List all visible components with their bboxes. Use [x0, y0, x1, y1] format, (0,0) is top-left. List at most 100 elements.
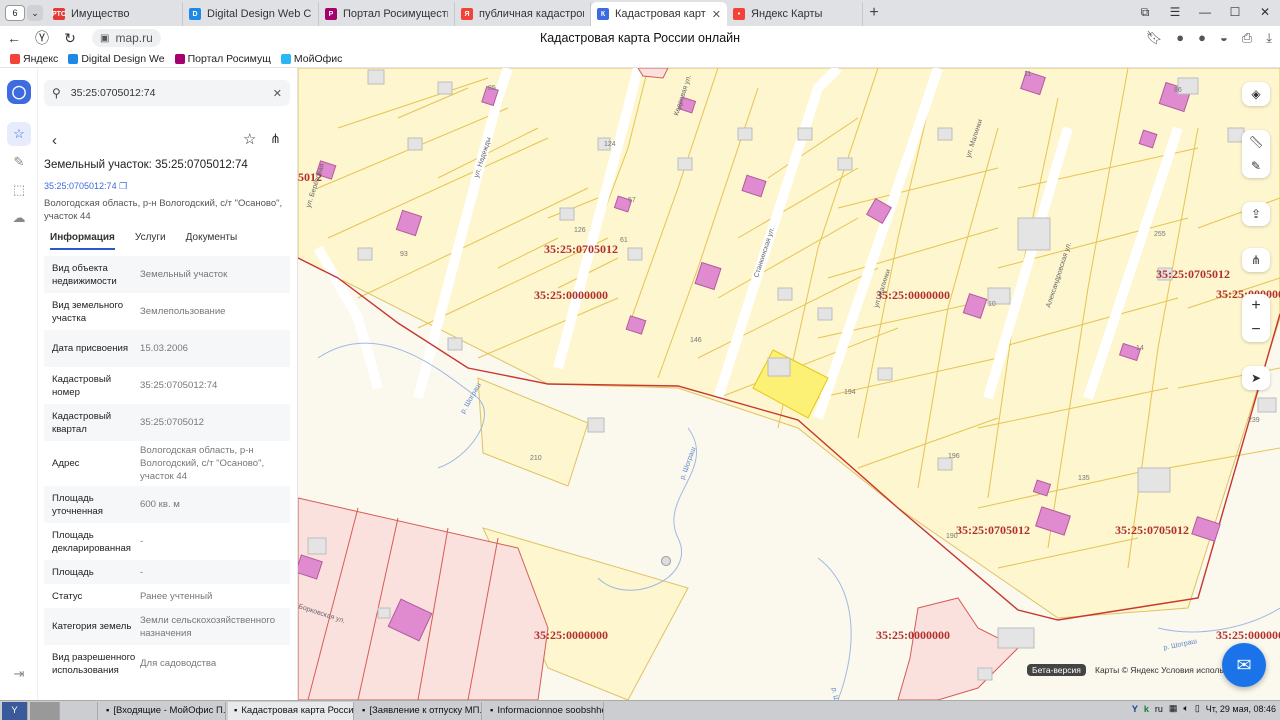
edit-icon[interactable]: ✎	[1251, 154, 1261, 178]
minimize-icon[interactable]: —	[1190, 0, 1220, 24]
battery-icon[interactable]: ▯	[1195, 703, 1200, 714]
browser-tab[interactable]: РТС Имущество	[47, 2, 183, 26]
bookmark-item[interactable]: МойОфис	[280, 53, 342, 65]
bookmark-item[interactable]: Портал Росимущ	[174, 53, 271, 65]
browser-tab[interactable]: К Кадастровая карта Ро ✕	[591, 2, 727, 26]
window-controls: ⧉ ☰ — ☐ ✕	[1130, 0, 1280, 24]
quick-launch[interactable]	[62, 701, 98, 720]
geolocation-icon[interactable]: ➤	[1251, 366, 1261, 390]
start-menu-button[interactable]: Y	[2, 701, 28, 720]
tab-services[interactable]: Услуги	[135, 232, 166, 250]
quarter-label-3: 35:25:0000000	[876, 288, 950, 302]
ruler-tool-icon[interactable]: ✎	[7, 150, 31, 174]
volume-icon[interactable]: 🔈︎	[1183, 703, 1188, 714]
map-marker[interactable]	[661, 556, 671, 566]
tab-label: Имущество	[71, 8, 130, 20]
new-tab-button[interactable]: +	[863, 2, 885, 24]
favorites-icon[interactable]: ☆	[7, 122, 31, 146]
tab-documents[interactable]: Документы	[186, 232, 238, 250]
network-icon[interactable]: ▦	[1169, 703, 1178, 714]
tab-search-icon[interactable]: ⧉	[1130, 0, 1160, 24]
select-area-icon[interactable]: ⬚	[7, 178, 31, 202]
url-field[interactable]: ▣ map.ru	[92, 29, 161, 47]
cloud-icon[interactable]: ☁	[7, 206, 31, 230]
browser-tab[interactable]: D Digital Design Web Client	[183, 2, 319, 26]
back-icon[interactable]: ←	[0, 30, 28, 46]
yandex-tray-icon[interactable]: Y	[1132, 704, 1138, 714]
plot-number-12: 239	[1248, 417, 1260, 424]
tab-count-badge[interactable]: 6	[5, 5, 25, 21]
yandex-home-icon[interactable]: Ⓨ	[28, 28, 56, 48]
layers-control: ◈	[1242, 82, 1270, 106]
cadastral-map[interactable]: 35:25:0705012 35:25:0000000 35:25:000000…	[298, 68, 1280, 700]
quarter-label-2: 35:25:0000000	[534, 288, 608, 302]
copy-icon[interactable]: ❐	[119, 181, 127, 191]
plot-number-2: 126	[574, 227, 586, 234]
property-key: Адрес	[52, 458, 80, 469]
close-window-icon[interactable]: ✕	[1250, 0, 1280, 24]
clear-search-icon[interactable]: ✕	[273, 87, 282, 100]
upload-icon[interactable]: ⇪	[1251, 202, 1261, 226]
tab-info[interactable]: Информация	[50, 232, 115, 250]
address-bar-actions: 🔖︎ ● ● ◒ ⎙ ⤓	[1146, 30, 1272, 46]
mail-fab-button[interactable]: ✉	[1222, 643, 1266, 687]
extension-icon[interactable]: ●	[1176, 30, 1184, 46]
share-icon[interactable]: ⋔	[270, 131, 281, 147]
property-row: Вид разрешенного использования Для садово…	[44, 645, 290, 682]
app-logo-icon[interactable]: ◯	[7, 80, 31, 104]
extension-icon-3[interactable]: ◒	[1220, 30, 1228, 46]
search-input[interactable]	[70, 87, 263, 99]
plot-number-6: 194	[844, 389, 856, 396]
plot-number-1: 124	[604, 141, 616, 148]
zoom-out-icon[interactable]: −	[1251, 318, 1260, 342]
share-map-icon[interactable]: ⋔	[1251, 248, 1261, 272]
browser-tab[interactable]: Япубличная кадастровая	[455, 2, 591, 26]
taskbar-item-label: Кадастровая карта Росси...	[241, 705, 354, 716]
window-icon: ▪	[490, 705, 494, 716]
language-indicator[interactable]: ru	[1155, 704, 1163, 714]
cadastral-link-text: 35:25:0705012:74	[44, 181, 117, 191]
clock[interactable]: Чт, 29 мая, 08:46	[1206, 704, 1276, 714]
panel-title: Земельный участок: 35:25:0705012:74	[44, 159, 248, 171]
favorite-star-icon[interactable]: ☆	[243, 130, 256, 148]
layers-icon[interactable]: ◈	[1251, 82, 1260, 106]
bookmark-favicon-icon	[68, 53, 79, 64]
taskbar-window-item[interactable]: ▪ [Входящие - МойОфис П...	[100, 701, 226, 720]
bookmark-icon[interactable]: 🔖︎	[1146, 30, 1163, 46]
browser-tab[interactable]: Р Портал Росимущества	[319, 2, 455, 26]
site-info-icon[interactable]: ▣	[100, 33, 109, 44]
close-tab-icon[interactable]: ✕	[712, 8, 721, 21]
geolocation-control: ➤	[1242, 366, 1270, 390]
browser-menu-icon[interactable]: ☰	[1160, 0, 1190, 24]
reload-icon[interactable]: ↻	[56, 30, 84, 47]
taskbar-window-item[interactable]: ▪ [Заявление к отпуску МП...	[356, 701, 482, 720]
tab-list-dropdown-icon[interactable]: ⌄	[27, 5, 43, 21]
property-key: Вид объекта недвижимости	[52, 262, 117, 287]
quarter-label-4: 35:25:0705012	[1156, 267, 1230, 281]
property-row: Кадастровый номер 35:25:0705012:74	[44, 367, 290, 404]
extension-icon-2[interactable]: ●	[1198, 30, 1206, 46]
bookmark-item[interactable]: Digital Design We	[68, 53, 165, 65]
map-copyright[interactable]: Карты © Яндекс Условия исполь	[1095, 665, 1224, 675]
login-icon[interactable]: ⇥	[7, 662, 31, 686]
zoom-in-icon[interactable]: +	[1251, 294, 1260, 318]
bookmark-item[interactable]: Яндекс	[10, 53, 58, 65]
search-icon: ⚲	[52, 86, 61, 100]
ruler-icon[interactable]: 📏︎	[1248, 130, 1263, 154]
property-value: 600 кв. м	[140, 499, 180, 510]
collections-icon[interactable]: ⎙	[1242, 30, 1252, 46]
quarter-label-7: 35:25:0000000	[534, 628, 608, 642]
maximize-icon[interactable]: ☐	[1220, 0, 1250, 24]
panel-back-button[interactable]: ‹	[52, 132, 57, 149]
property-table: Вид объекта недвижимости Земельный участо…	[44, 256, 290, 682]
map-canvas[interactable]: 35:25:0705012 35:25:0000000 35:25:000000…	[298, 68, 1280, 700]
downloads-icon[interactable]: ⤓	[1266, 30, 1272, 46]
taskbar-window-item[interactable]: ▪ Informacionnoe soobshhe...	[484, 701, 604, 720]
property-key: Кадастровый номер	[52, 373, 112, 398]
cadastral-number-link[interactable]: 35:25:0705012:74 ❐	[44, 181, 127, 192]
show-desktop-button[interactable]	[30, 701, 60, 720]
k-tray-icon[interactable]: k	[1144, 704, 1149, 714]
beta-badge: Бета-версия	[1027, 664, 1086, 676]
taskbar-window-item[interactable]: ▪ Кадастровая карта Росси...	[228, 701, 354, 720]
browser-tab[interactable]: • Яндекс Карты	[727, 2, 863, 26]
